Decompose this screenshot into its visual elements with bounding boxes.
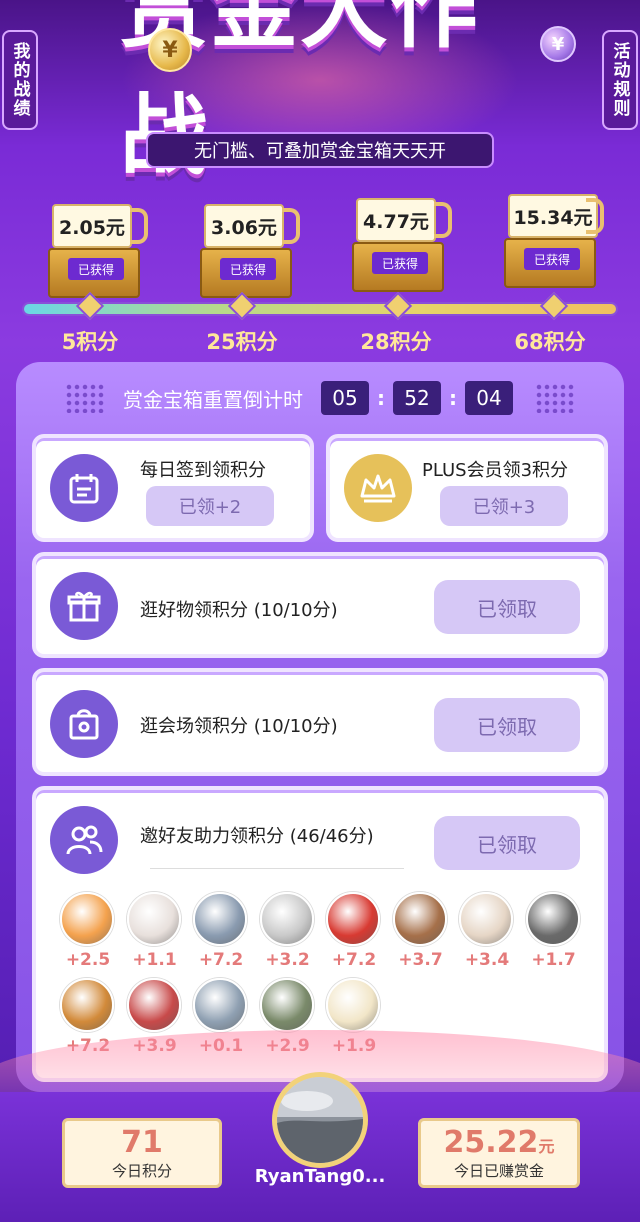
- friend-avatar[interactable]: [259, 892, 314, 946]
- today-bounty-value-line: 25.22元: [421, 1125, 577, 1160]
- friend-avatar[interactable]: [193, 892, 247, 946]
- today-bounty-unit: 元: [538, 1137, 555, 1156]
- yen-coin-icon: ¥: [148, 28, 192, 72]
- friend-avatar[interactable]: [259, 978, 314, 1032]
- friend-avatar[interactable]: [126, 892, 181, 946]
- task-title: 邀好友助力领积分 (46/46分): [140, 826, 374, 847]
- chest-status: 已获得: [524, 248, 580, 270]
- chest-handle: [434, 202, 452, 238]
- chest-amount: 15.34元: [508, 194, 598, 238]
- today-points-caption: 今日积分: [111, 1162, 172, 1180]
- friend-contribution: +1.7: [531, 950, 576, 970]
- plus-claimed-button[interactable]: 已领+3: [440, 486, 568, 526]
- friend-avatar[interactable]: [326, 978, 380, 1032]
- friend-avatar[interactable]: [126, 978, 181, 1032]
- bounty-chest[interactable]: 15.34元 已获得: [504, 182, 604, 292]
- chest-amount: 2.05元: [52, 204, 132, 248]
- chest-base: 已获得: [200, 248, 292, 298]
- task-title: 逛会场领积分 (10/10分): [140, 716, 338, 737]
- daily-signin-card: 每日签到领积分 已领+2: [32, 434, 314, 542]
- friend-contribution: +3.7: [398, 950, 443, 970]
- today-bounty-caption: 今日已赚赏金: [453, 1162, 544, 1180]
- browse-venue-card: 逛会场领积分 (10/10分) 已领取: [32, 668, 608, 776]
- browse-venue-claimed-button[interactable]: 已领取: [434, 698, 580, 752]
- friend-avatar[interactable]: [392, 892, 447, 946]
- friend-avatar[interactable]: [525, 892, 580, 946]
- decor-dots: [535, 383, 575, 413]
- countdown-separator: :: [449, 386, 457, 410]
- friend-avatar[interactable]: [60, 978, 114, 1032]
- friend-contribution: +1.1: [132, 950, 177, 970]
- chest-handle: [130, 208, 148, 244]
- friend-avatar[interactable]: [326, 892, 380, 946]
- friend-avatar[interactable]: [60, 892, 114, 946]
- milestone-points: 28积分: [360, 330, 432, 354]
- bounty-chest[interactable]: 2.05元 已获得: [48, 192, 148, 302]
- user-avatar[interactable]: [272, 1072, 368, 1168]
- browse-goods-card: 逛好物领积分 (10/10分) 已领取: [32, 552, 608, 658]
- bounty-chest[interactable]: 3.06元 已获得: [200, 192, 300, 302]
- countdown-hours: 05: [321, 381, 369, 415]
- chest-base: 已获得: [504, 238, 596, 288]
- gift-icon: [50, 572, 118, 640]
- shop-bag-icon: [50, 690, 118, 758]
- countdown-separator: :: [377, 386, 385, 410]
- friend-avatar[interactable]: [459, 892, 513, 946]
- chest-status: 已获得: [220, 258, 276, 280]
- chest-handle: [282, 208, 300, 244]
- task-title: 逛好物领积分 (10/10分): [140, 600, 338, 621]
- subtitle-banner: 无门槛、可叠加赏金宝箱天天开: [146, 132, 494, 168]
- today-points-value: 71: [121, 1125, 163, 1160]
- chest-handle: [586, 198, 604, 234]
- today-points-box: 71 今日积分: [62, 1118, 222, 1188]
- countdown-minutes: 52: [393, 381, 441, 415]
- crown-icon: [344, 454, 412, 522]
- today-bounty-box: 25.22元 今日已赚赏金: [418, 1118, 580, 1188]
- milestone-points: 68积分: [514, 330, 586, 354]
- chest-base: 已获得: [48, 248, 140, 298]
- friend-contribution: +2.5: [65, 950, 111, 970]
- friend-avatar[interactable]: [193, 978, 247, 1032]
- username: RyanTang0...: [254, 1166, 386, 1187]
- friend-contribution: +7.2: [198, 950, 244, 970]
- reset-countdown: 赏金宝箱重置倒计时 05 : 52 : 04: [60, 378, 580, 418]
- friends-icon: [50, 806, 118, 874]
- invite-claimed-button[interactable]: 已领取: [434, 816, 580, 870]
- bounty-chest[interactable]: 4.77元 已获得: [352, 186, 452, 296]
- chest-status: 已获得: [372, 252, 428, 274]
- points-progress-bar: [22, 302, 618, 316]
- decor-dots: [65, 383, 105, 413]
- countdown-label: 赏金宝箱重置倒计时: [123, 387, 303, 412]
- chest-amount: 3.06元: [204, 204, 284, 248]
- countdown-seconds: 04: [465, 381, 513, 415]
- rules-tab[interactable]: 活动规则: [602, 30, 638, 130]
- today-bounty-value: 25.22: [443, 1125, 539, 1160]
- calendar-icon: [50, 454, 118, 522]
- yen-coin-icon: ¥: [540, 26, 576, 62]
- milestone-points: 5积分: [61, 330, 119, 354]
- task-title: 每日签到领积分: [140, 460, 266, 481]
- friend-contribution: +3.2: [265, 950, 310, 970]
- signin-claimed-button[interactable]: 已领+2: [146, 486, 274, 526]
- friend-contribution: +3.4: [464, 950, 510, 970]
- milestone-points: 25积分: [206, 330, 278, 354]
- plus-member-card: PLUS会员领3积分 已领+3: [326, 434, 608, 542]
- card-divider: [150, 868, 404, 869]
- chest-status: 已获得: [68, 258, 124, 280]
- chest-base: 已获得: [352, 242, 444, 292]
- chest-amount: 4.77元: [356, 198, 436, 242]
- friend-contribution: +7.2: [331, 950, 377, 970]
- browse-goods-claimed-button[interactable]: 已领取: [434, 580, 580, 634]
- my-record-tab[interactable]: 我的战绩: [2, 30, 38, 130]
- task-title: PLUS会员领3积分: [422, 460, 569, 481]
